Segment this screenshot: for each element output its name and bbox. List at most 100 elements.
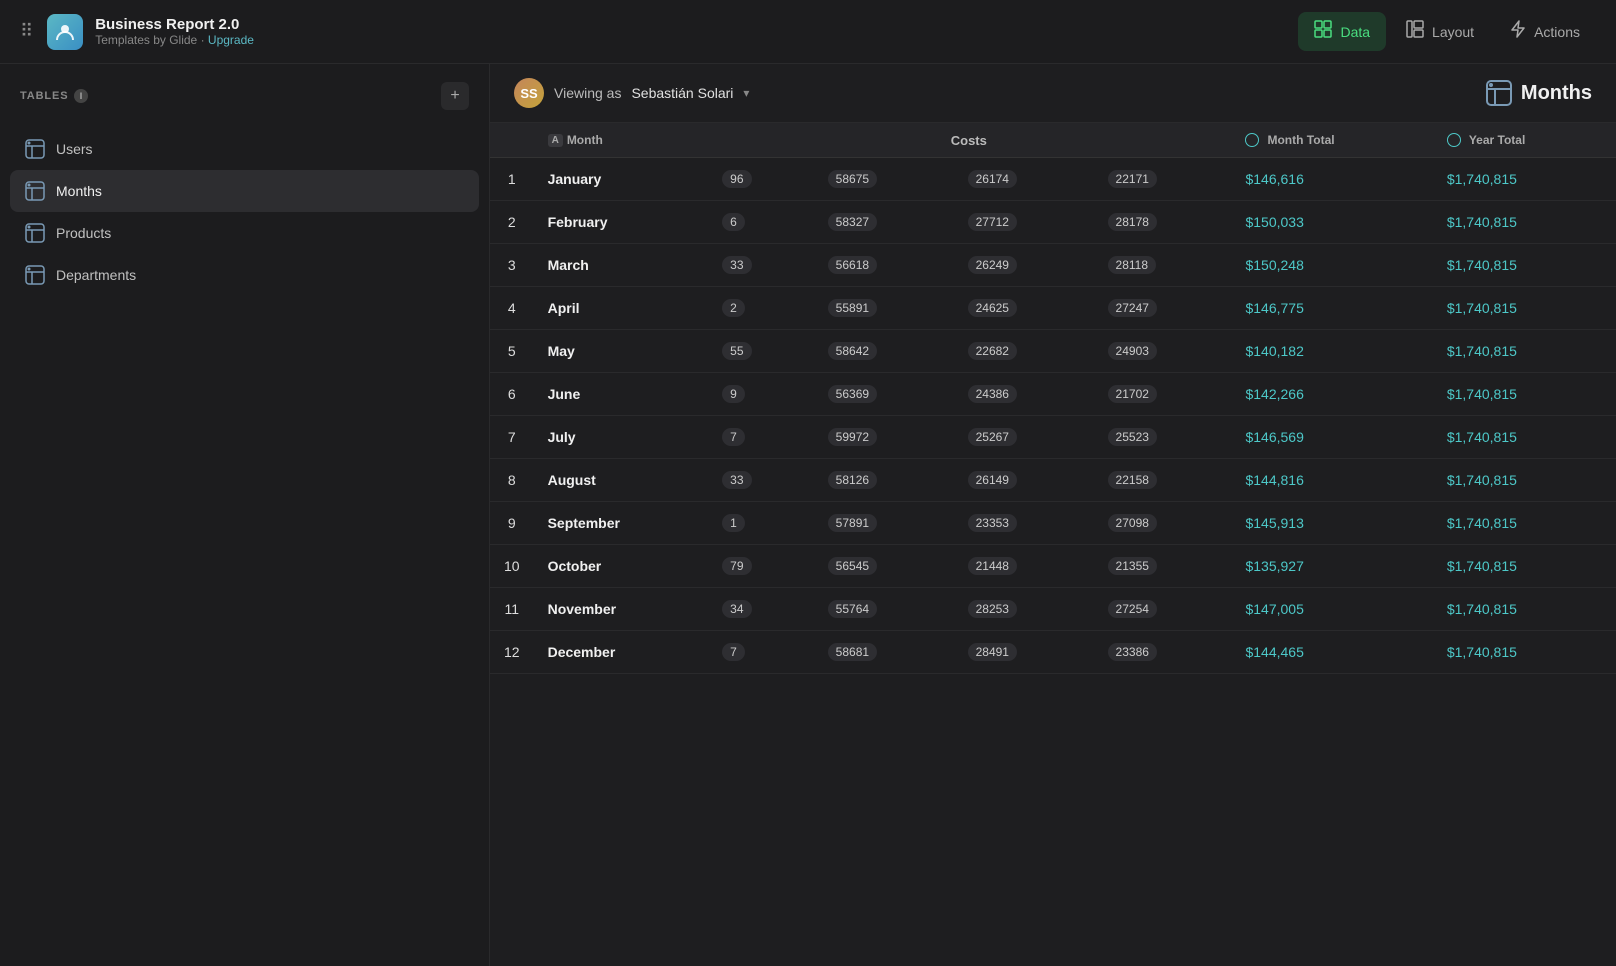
row-number: 4 [490,287,534,330]
cell-month-total: $146,775 [1231,287,1432,330]
cell-v3: 24386 [952,373,1092,416]
cell-v4: 27254 [1092,588,1232,631]
col-header-month-total[interactable]: Month Total [1231,123,1432,158]
col-header-rownum [490,123,534,158]
cell-v4: 23386 [1092,631,1232,674]
table-row[interactable]: 9 September 1 57891 23353 27098 $145,913… [490,502,1616,545]
table-row[interactable]: 6 June 9 56369 24386 21702 $142,266 $1,7… [490,373,1616,416]
content-header: SS Viewing as Sebastián Solari ▾ Months [490,64,1616,123]
col-header-month[interactable]: A Month [534,123,707,158]
users-table-icon [24,138,46,160]
viewer-info[interactable]: SS Viewing as Sebastián Solari ▾ [514,78,749,108]
cell-month: February [534,201,707,244]
table-row[interactable]: 8 August 33 58126 26149 22158 $144,816 $… [490,459,1616,502]
cell-month-total: $140,182 [1231,330,1432,373]
cell-v4: 27098 [1092,502,1232,545]
data-nav-label: Data [1340,24,1370,40]
table-row[interactable]: 1 January 96 58675 26174 22171 $146,616 … [490,158,1616,201]
cell-month-total: $146,616 [1231,158,1432,201]
row-number: 3 [490,244,534,287]
sidebar-item-months[interactable]: Months [10,170,479,212]
cell-v4: 27247 [1092,287,1232,330]
col-header-costs: Costs [706,123,1231,158]
viewer-name: Sebastián Solari [631,85,733,101]
cell-partial: 9 [706,373,812,416]
sidebar-header: TABLES i + [0,64,489,124]
cell-month: November [534,588,707,631]
cell-v2: 56369 [812,373,952,416]
table-row[interactable]: 4 April 2 55891 24625 27247 $146,775 $1,… [490,287,1616,330]
table-row[interactable]: 5 May 55 58642 22682 24903 $140,182 $1,7… [490,330,1616,373]
cell-v3: 24625 [952,287,1092,330]
sidebar-item-products[interactable]: Products [10,212,479,254]
add-table-btn[interactable]: + [441,82,469,110]
cell-v3: 21448 [952,545,1092,588]
sidebar-months-label: Months [56,183,102,199]
year-total-label: Year Total [1469,133,1525,147]
month-total-label: Month Total [1267,133,1334,147]
cell-partial: 55 [706,330,812,373]
cell-year-total: $1,740,815 [1433,158,1616,201]
cell-v3: 22682 [952,330,1092,373]
table-row[interactable]: 2 February 6 58327 27712 28178 $150,033 … [490,201,1616,244]
actions-nav-btn[interactable]: Actions [1494,12,1596,51]
cell-v4: 22158 [1092,459,1232,502]
cell-month: July [534,416,707,459]
app-container: ⠿ Business Report 2.0 Templates by Glide… [0,0,1616,966]
row-number: 9 [490,502,534,545]
cell-month-total: $146,569 [1231,416,1432,459]
main-layout: TABLES i + Users [0,64,1616,966]
cell-month: December [534,631,707,674]
cell-year-total: $1,740,815 [1433,631,1616,674]
cell-year-total: $1,740,815 [1433,201,1616,244]
sidebar-item-users[interactable]: Users [10,128,479,170]
tables-label: TABLES i [20,89,88,103]
cell-v4: 22171 [1092,158,1232,201]
sidebar-item-departments[interactable]: Departments [10,254,479,296]
data-icon [1314,20,1332,43]
cell-v4: 21355 [1092,545,1232,588]
cell-v2: 58675 [812,158,952,201]
row-number: 8 [490,459,534,502]
cell-year-total: $1,740,815 [1433,502,1616,545]
cell-month-total: $150,248 [1231,244,1432,287]
sort-circle-icon [1245,133,1259,147]
table-row[interactable]: 10 October 79 56545 21448 21355 $135,927… [490,545,1616,588]
col-header-year-total[interactable]: Year Total [1433,123,1616,158]
table-row[interactable]: 11 November 34 55764 28253 27254 $147,00… [490,588,1616,631]
cell-year-total: $1,740,815 [1433,588,1616,631]
months-table-icon [24,180,46,202]
cell-month-total: $135,927 [1231,545,1432,588]
cell-v2: 55764 [812,588,952,631]
month-col-label: Month [567,133,603,147]
data-table-container[interactable]: A Month Costs Month Total [490,123,1616,966]
grid-icon[interactable]: ⠿ [20,21,33,42]
row-number: 11 [490,588,534,631]
row-number: 6 [490,373,534,416]
sidebar-users-label: Users [56,141,93,157]
cell-v2: 58327 [812,201,952,244]
info-icon[interactable]: i [74,89,88,103]
cell-month-total: $147,005 [1231,588,1432,631]
actions-nav-label: Actions [1534,24,1580,40]
cell-v4: 25523 [1092,416,1232,459]
layout-nav-btn[interactable]: Layout [1390,12,1490,51]
table-row[interactable]: 3 March 33 56618 26249 28118 $150,248 $1… [490,244,1616,287]
cell-v3: 28491 [952,631,1092,674]
table-row[interactable]: 7 July 7 59972 25267 25523 $146,569 $1,7… [490,416,1616,459]
cell-month: October [534,545,707,588]
data-nav-btn[interactable]: Data [1298,12,1386,51]
cell-partial: 34 [706,588,812,631]
cell-month-total: $142,266 [1231,373,1432,416]
upgrade-link[interactable]: Upgrade [208,33,254,47]
app-logo: Business Report 2.0 Templates by Glide ·… [47,14,254,50]
cell-year-total: $1,740,815 [1433,373,1616,416]
sidebar-items: Users Months [0,124,489,300]
table-row[interactable]: 12 December 7 58681 28491 23386 $144,465… [490,631,1616,674]
app-subtitle: Templates by Glide · Upgrade [95,33,254,47]
cell-v2: 56545 [812,545,952,588]
cell-v3: 23353 [952,502,1092,545]
cell-v3: 26249 [952,244,1092,287]
cell-v4: 28118 [1092,244,1232,287]
cell-partial: 6 [706,201,812,244]
